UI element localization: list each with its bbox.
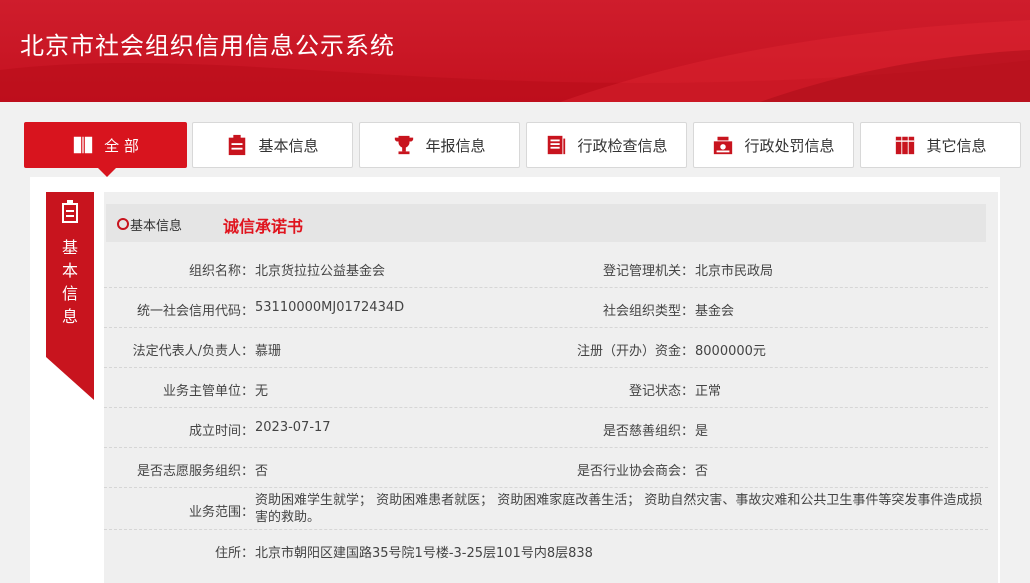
field-value: 否 bbox=[695, 464, 709, 479]
field-label: 登记管理机关： bbox=[602, 264, 694, 279]
field-value: 北京市民政局 bbox=[695, 264, 774, 279]
field-label: 业务范围： bbox=[188, 505, 254, 520]
table-row: 业务主管单位： 无 登记状态： 正常 bbox=[104, 368, 988, 408]
tab-label: 基本信息 bbox=[258, 136, 319, 155]
field-value: 无 bbox=[255, 384, 269, 399]
tab-other-info[interactable]: 其它信息 bbox=[860, 122, 1021, 168]
penalty-icon bbox=[714, 136, 733, 155]
field-label: 统一社会信用代码： bbox=[136, 304, 254, 319]
books-icon bbox=[896, 136, 915, 155]
tab-label: 全 部 bbox=[104, 136, 139, 155]
tab-all[interactable]: 全 部 bbox=[24, 122, 187, 177]
site-title: 北京市社会组织信用信息公示系统 bbox=[20, 32, 395, 60]
field-label: 登记状态： bbox=[628, 384, 694, 399]
tab-label: 行政检查信息 bbox=[577, 136, 668, 155]
field-value: 是 bbox=[695, 424, 709, 439]
field-label: 是否慈善组织： bbox=[602, 424, 694, 439]
table-row: 成立时间： 2023-07-17 是否慈善组织： 是 bbox=[104, 408, 988, 448]
section-ribbon: 基 本 信 息 bbox=[46, 192, 94, 400]
basic-info-section: 基本信息 诚信承诺书 组织名称： 北京货拉拉公益基金会 登记管理机关： 北京市民… bbox=[104, 192, 998, 583]
table-row: 统一社会信用代码： 53110000MJ0172434D 社会组织类型： 基金会 bbox=[104, 288, 988, 328]
field-label: 是否志愿服务组织： bbox=[136, 464, 254, 479]
field-label: 社会组织类型： bbox=[602, 304, 694, 319]
table-row: 是否志愿服务组织： 否 是否行业协会商会： 否 bbox=[104, 448, 988, 488]
active-tab-pointer bbox=[97, 167, 117, 177]
field-value: 8000000元 bbox=[695, 344, 766, 359]
info-table: 组织名称： 北京货拉拉公益基金会 登记管理机关： 北京市民政局 统一社会信用代码… bbox=[104, 248, 988, 570]
field-label: 住所： bbox=[214, 546, 254, 561]
book-icon bbox=[73, 136, 93, 154]
tab-basic-info[interactable]: 基本信息 bbox=[192, 122, 353, 168]
ribbon-label: 基 本 信 息 bbox=[61, 238, 78, 326]
section-title: 基本信息 bbox=[130, 219, 183, 234]
field-value: 北京货拉拉公益基金会 bbox=[255, 264, 386, 279]
field-label: 业务主管单位： bbox=[162, 384, 254, 399]
section-header: 基本信息 诚信承诺书 bbox=[106, 204, 986, 242]
field-value: 资助困难学生就学； 资助困难患者就医； 资助困难家庭改善生活； 资助自然灾害、事… bbox=[255, 493, 983, 525]
circle-icon bbox=[117, 218, 129, 230]
tab-inspection-info[interactable]: 行政检查信息 bbox=[526, 122, 687, 168]
table-row-address: 住所： 北京市朝阳区建国路35号院1号楼-3-25层101号内8层838 bbox=[104, 530, 988, 570]
field-label: 成立时间： bbox=[188, 424, 254, 439]
document-icon bbox=[548, 135, 566, 155]
tab-penalty-info[interactable]: 行政处罚信息 bbox=[693, 122, 854, 168]
field-value: 慕珊 bbox=[255, 344, 282, 359]
field-value: 基金会 bbox=[695, 304, 735, 319]
field-value: 2023-07-17 bbox=[255, 420, 331, 435]
table-row: 法定代表人/负责人： 慕珊 注册（开办）资金： 8000000元 bbox=[104, 328, 988, 368]
field-value: 北京市朝阳区建国路35号院1号楼-3-25层101号内8层838 bbox=[255, 546, 593, 561]
clipboard-icon bbox=[229, 134, 246, 156]
integrity-commitment-link[interactable]: 诚信承诺书 bbox=[223, 213, 303, 237]
field-label: 是否行业协会商会： bbox=[576, 464, 694, 479]
field-value: 否 bbox=[255, 464, 269, 479]
trophy-icon bbox=[395, 135, 414, 155]
tab-bar: 全 部 基本信息 年报信息 行政检查信息 行政处罚信息 其它信息 bbox=[24, 122, 1021, 177]
table-row: 组织名称： 北京货拉拉公益基金会 登记管理机关： 北京市民政局 bbox=[104, 248, 988, 288]
tab-label: 年报信息 bbox=[425, 136, 486, 155]
tab-annual-report[interactable]: 年报信息 bbox=[359, 122, 520, 168]
field-value: 正常 bbox=[695, 384, 722, 399]
tab-label: 行政处罚信息 bbox=[744, 136, 835, 155]
field-label: 组织名称： bbox=[188, 264, 254, 279]
table-row-business-scope: 业务范围： 资助困难学生就学； 资助困难患者就医； 资助困难家庭改善生活； 资助… bbox=[104, 488, 988, 530]
field-value: 53110000MJ0172434D bbox=[255, 300, 405, 315]
header-banner: 北京市社会组织信用信息公示系统 bbox=[0, 0, 1030, 102]
field-label: 法定代表人/负责人： bbox=[132, 344, 254, 359]
tab-label: 其它信息 bbox=[926, 136, 987, 155]
field-label: 注册（开办）资金： bbox=[576, 344, 694, 359]
